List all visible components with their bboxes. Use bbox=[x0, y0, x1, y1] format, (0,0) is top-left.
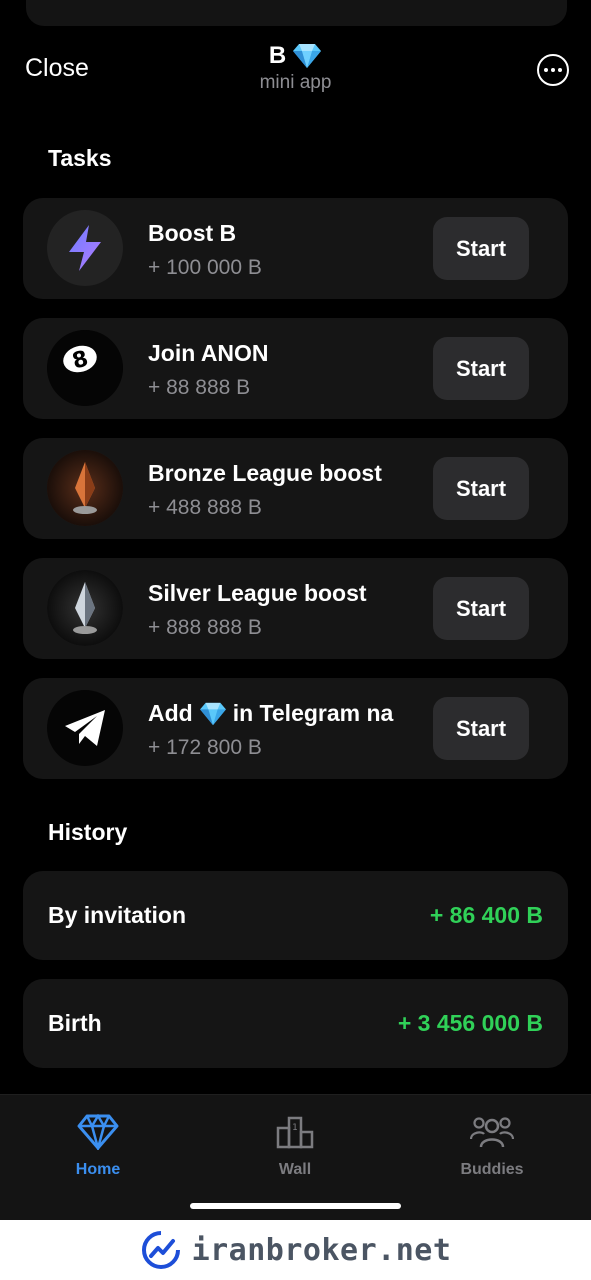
title-block: B mini app bbox=[0, 42, 591, 94]
silver-trophy-icon bbox=[47, 570, 123, 646]
task-card-bronze-league: Bronze League boost + 488 888 B Start bbox=[23, 438, 568, 539]
watermark-text: iranbroker.net bbox=[191, 1232, 452, 1268]
diamond-icon bbox=[293, 44, 322, 68]
task-card-join-anon: 8 Join ANON + 88 888 B Start bbox=[23, 318, 568, 419]
tab-label: Buddies bbox=[460, 1161, 524, 1178]
diamond-icon bbox=[77, 1114, 119, 1150]
task-name-prefix: Add bbox=[148, 700, 193, 726]
history-heading: History bbox=[48, 819, 128, 845]
history-label: Birth bbox=[48, 1010, 102, 1036]
tab-buddies[interactable]: Buddies bbox=[417, 1113, 567, 1179]
task-reward: + 100 000 B bbox=[148, 256, 262, 279]
app-subtitle: mini app bbox=[259, 72, 332, 93]
task-card-add-telegram: Add in Telegram na + 172 800 B Start bbox=[23, 678, 568, 779]
history-value: + 86 400 B bbox=[429, 902, 543, 928]
tab-home[interactable]: Home bbox=[23, 1113, 173, 1179]
people-icon bbox=[470, 1117, 514, 1148]
history-label: By invitation bbox=[48, 902, 187, 928]
diamond-icon bbox=[199, 702, 226, 725]
start-button[interactable]: Start bbox=[433, 337, 529, 400]
svg-text:1: 1 bbox=[292, 1123, 298, 1133]
more-dots-icon[interactable] bbox=[537, 54, 569, 86]
bronze-trophy-icon bbox=[47, 450, 123, 526]
tab-label: Home bbox=[75, 1161, 121, 1178]
start-button[interactable]: Start bbox=[433, 697, 529, 760]
home-indicator bbox=[190, 1203, 401, 1209]
start-button[interactable]: Start bbox=[433, 457, 529, 520]
tasks-heading: Tasks bbox=[48, 145, 112, 171]
task-name: Add in Telegram na bbox=[148, 700, 413, 727]
history-row: Birth + 3 456 000 B bbox=[23, 979, 568, 1068]
watermark: iranbroker.net bbox=[0, 1220, 591, 1280]
task-reward: + 88 888 B bbox=[148, 376, 251, 399]
bottom-tab-bar: Home 1 Wall Buddies bbox=[0, 1094, 591, 1220]
header: Close B mini app bbox=[0, 30, 591, 110]
broker-logo-icon bbox=[141, 1231, 180, 1269]
app-title: B bbox=[269, 42, 322, 70]
task-reward: + 888 888 B bbox=[148, 616, 262, 639]
task-name: Boost B bbox=[148, 220, 237, 246]
task-name: Bronze League boost bbox=[148, 460, 382, 486]
telegram-icon bbox=[47, 690, 123, 766]
lightning-icon bbox=[47, 210, 123, 286]
app-title-text: B bbox=[268, 42, 287, 69]
tab-wall[interactable]: 1 Wall bbox=[220, 1113, 370, 1179]
task-name: Silver League boost bbox=[148, 580, 367, 606]
task-card-silver-league: Silver League boost + 888 888 B Start bbox=[23, 558, 568, 659]
task-name-suffix: in Telegram na bbox=[232, 700, 394, 726]
tab-label: Wall bbox=[278, 1161, 312, 1178]
task-reward: + 172 800 B bbox=[148, 736, 262, 759]
history-value: + 3 456 000 B bbox=[397, 1010, 543, 1036]
start-button[interactable]: Start bbox=[433, 217, 529, 280]
task-reward: + 488 888 B bbox=[148, 496, 262, 519]
previous-card-edge bbox=[26, 0, 567, 26]
eight-ball-icon: 8 bbox=[47, 330, 123, 406]
task-name: Join ANON bbox=[148, 340, 269, 366]
start-button[interactable]: Start bbox=[433, 577, 529, 640]
history-row: By invitation + 86 400 B bbox=[23, 871, 568, 960]
task-card-boost: Boost B + 100 000 B Start bbox=[23, 198, 568, 299]
podium-icon: 1 bbox=[276, 1116, 314, 1149]
